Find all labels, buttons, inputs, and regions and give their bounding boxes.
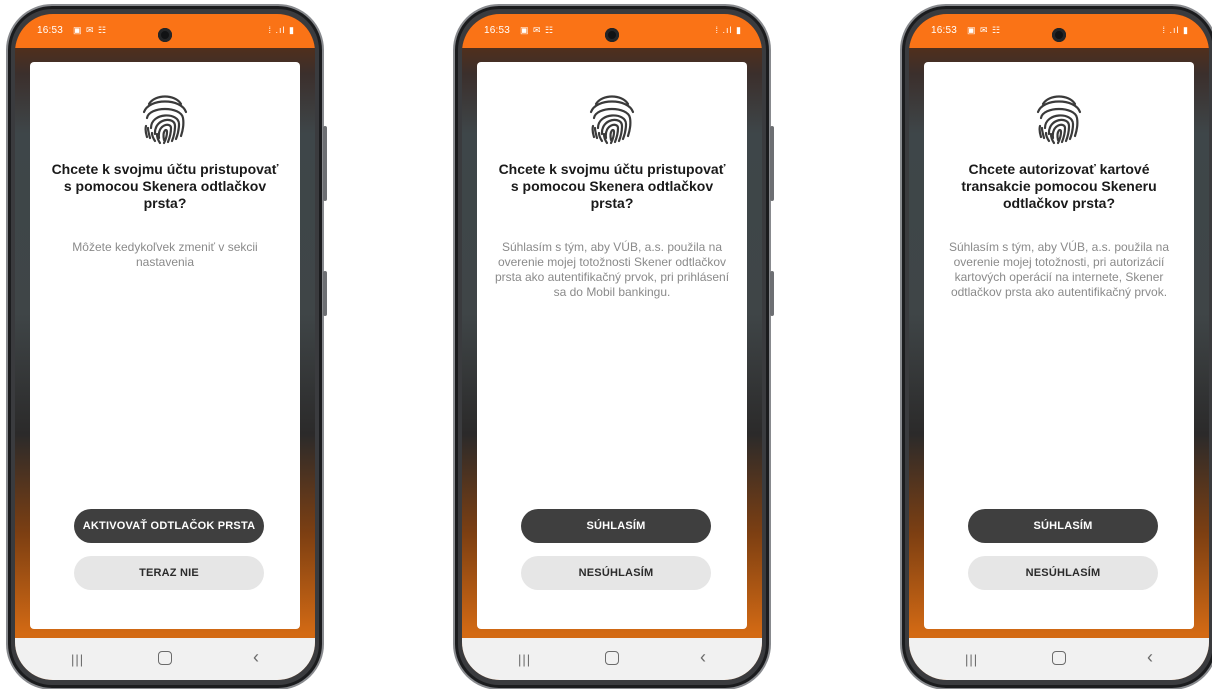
status-time: 16:53: [484, 25, 511, 36]
home-icon[interactable]: [158, 651, 172, 665]
fingerprint-consent-dialog: Chcete k svojmu účtu pristupovať s pomoc…: [477, 62, 747, 629]
volume-button: [770, 126, 774, 201]
power-button: [323, 271, 327, 316]
status-time: 16:53: [37, 25, 64, 36]
front-camera: [605, 28, 619, 42]
agree-button[interactable]: SÚHLASÍM: [521, 509, 711, 543]
dialog-description: Môžete kedykoľvek zmeniť v sekcii nastav…: [72, 240, 258, 269]
fingerprint-icon: [142, 95, 188, 145]
volume-button: [323, 126, 327, 201]
phone-screen: 16:53 ▣ ✉ ☷ ⁞ .ıl ▮ Chcete autorizovať k…: [909, 14, 1209, 680]
home-icon[interactable]: [605, 651, 619, 665]
fingerprint-dialog: Chcete k svojmu účtu pristupovať s pomoc…: [30, 62, 300, 629]
activate-fingerprint-button[interactable]: AKTIVOVAŤ ODTLAČOK PRSTA: [74, 509, 264, 543]
navigation-bar: ||| ‹: [15, 638, 315, 680]
signal-battery-icon: ⁞ .ıl ▮: [715, 25, 742, 35]
power-button: [770, 271, 774, 316]
signal-battery-icon: ⁞ .ıl ▮: [268, 25, 295, 35]
signal-battery-icon: ⁞ .ıl ▮: [1162, 25, 1189, 35]
navigation-bar: ||| ‹: [909, 638, 1209, 680]
home-icon[interactable]: [1052, 651, 1066, 665]
notification-icons: ▣ ✉ ☷: [967, 25, 1002, 35]
agree-button[interactable]: SÚHLASÍM: [968, 509, 1158, 543]
fingerprint-icon: [1036, 95, 1082, 145]
phone-frame-1: 16:53 ▣ ✉ ☷ ⁞ .ıl ▮ Chcete k svojmu účtu…: [6, 4, 327, 689]
front-camera: [1052, 28, 1066, 42]
disagree-button[interactable]: NESÚHLASÍM: [521, 556, 711, 590]
dialog-title: Chcete k svojmu účtu pristupovať s pomoc…: [51, 161, 279, 211]
phone-screen: 16:53 ▣ ✉ ☷ ⁞ .ıl ▮ Chcete k svojmu účtu…: [15, 14, 315, 680]
back-icon[interactable]: ‹: [1147, 648, 1153, 666]
back-icon[interactable]: ‹: [700, 648, 706, 666]
front-camera: [158, 28, 172, 42]
navigation-bar: ||| ‹: [462, 638, 762, 680]
phone-frame-2: 16:53 ▣ ✉ ☷ ⁞ .ıl ▮ Chcete k svojmu účtu…: [453, 4, 774, 689]
status-time: 16:53: [931, 25, 958, 36]
dialog-description: Súhlasím s tým, aby VÚB, a.s. použila na…: [494, 240, 730, 299]
back-icon[interactable]: ‹: [253, 648, 259, 666]
dialog-title: Chcete autorizovať kartové transakcie po…: [961, 161, 1157, 211]
disagree-button[interactable]: NESÚHLASÍM: [968, 556, 1158, 590]
dialog-description: Súhlasím s tým, aby VÚB, a.s. použila na…: [948, 240, 1170, 299]
phone-frame-3: 16:53 ▣ ✉ ☷ ⁞ .ıl ▮ Chcete autorizovať k…: [900, 4, 1212, 689]
recents-icon[interactable]: |||: [965, 651, 978, 669]
recents-icon[interactable]: |||: [71, 651, 84, 669]
dialog-title: Chcete k svojmu účtu pristupovať s pomoc…: [498, 161, 726, 211]
notification-icons: ▣ ✉ ☷: [520, 25, 555, 35]
phone-screen: 16:53 ▣ ✉ ☷ ⁞ .ıl ▮ Chcete k svojmu účtu…: [462, 14, 762, 680]
notification-icons: ▣ ✉ ☷: [73, 25, 108, 35]
not-now-button[interactable]: TERAZ NIE: [74, 556, 264, 590]
card-authorization-dialog: Chcete autorizovať kartové transakcie po…: [924, 62, 1194, 629]
fingerprint-icon: [589, 95, 635, 145]
recents-icon[interactable]: |||: [518, 651, 531, 669]
